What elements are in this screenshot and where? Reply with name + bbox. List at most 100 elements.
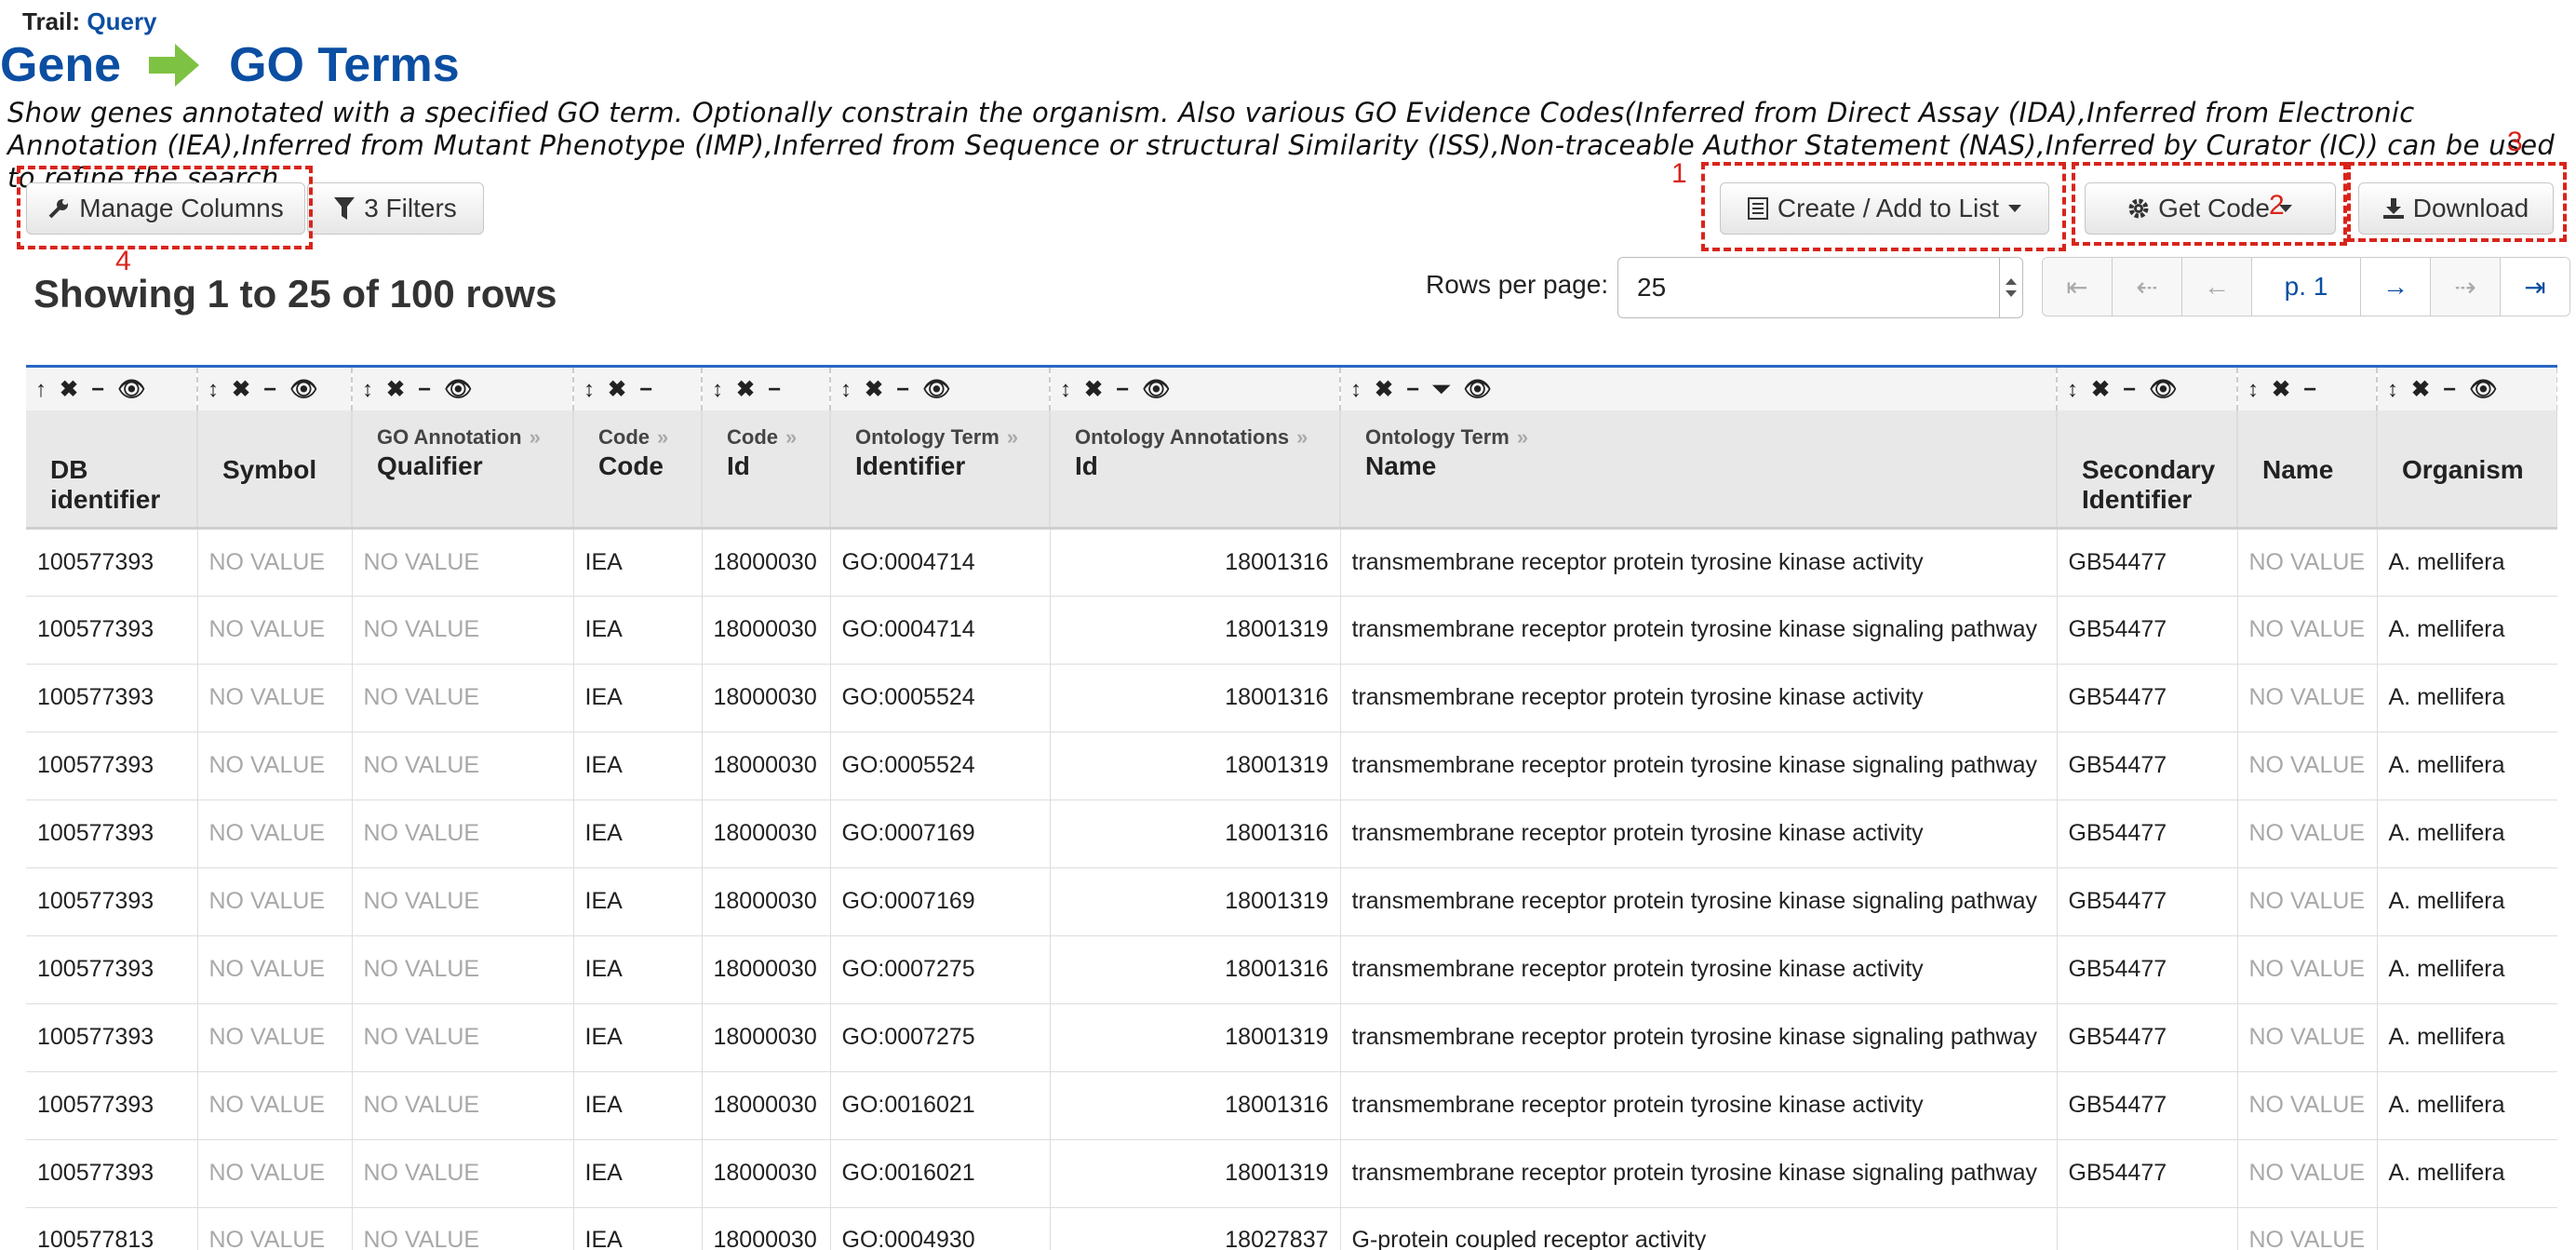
table-cell[interactable]: 100577393: [26, 732, 198, 800]
eye-icon[interactable]: 👁: [1142, 376, 1170, 403]
rows-per-page-value: 25: [1637, 273, 1667, 302]
collapse-column-icon[interactable]: −: [768, 377, 781, 403]
collapse-column-icon[interactable]: −: [1406, 377, 1419, 403]
eye-icon[interactable]: 👁: [2469, 376, 2497, 403]
forward-far-button[interactable]: ⇢: [2431, 258, 2501, 316]
table-cell[interactable]: 100577393: [26, 1139, 198, 1208]
table-cell: 18001316: [1050, 935, 1341, 1004]
table-cell: IEA: [573, 1139, 703, 1208]
remove-column-icon[interactable]: ✖: [232, 376, 250, 403]
sort-icon[interactable]: ↕: [1060, 377, 1071, 403]
remove-column-icon[interactable]: ✖: [1084, 376, 1103, 403]
eye-icon[interactable]: 👁: [444, 376, 472, 403]
remove-column-icon[interactable]: ✖: [2272, 376, 2290, 403]
collapse-column-icon[interactable]: −: [418, 377, 431, 403]
sort-icon[interactable]: ↕: [362, 377, 373, 403]
remove-column-icon[interactable]: ✖: [736, 376, 755, 403]
eye-icon[interactable]: 👁: [289, 376, 317, 403]
table-cell: IEA: [573, 867, 703, 936]
column-name: Organism: [2402, 455, 2524, 484]
remove-column-icon[interactable]: ✖: [1375, 376, 1393, 403]
annotation-3: 3: [2507, 127, 2523, 157]
back-far-button[interactable]: ⇠: [2113, 258, 2182, 316]
collapse-column-icon[interactable]: −: [2443, 377, 2456, 403]
filter-icon[interactable]: ⏷: [1432, 377, 1450, 403]
rows-per-page-select[interactable]: 25: [1617, 257, 2023, 318]
remove-column-icon[interactable]: ✖: [608, 376, 626, 403]
eye-icon[interactable]: 👁: [922, 376, 950, 403]
collapse-column-icon[interactable]: −: [2303, 377, 2316, 403]
remove-column-icon[interactable]: ✖: [2091, 376, 2110, 403]
column-header[interactable]: Symbol: [197, 410, 353, 530]
sort-icon[interactable]: ↕: [840, 377, 852, 403]
table-row: 100577393 NO VALUE NO VALUE IEA 18000030 GO:0…: [26, 1003, 2557, 1072]
collapse-column-icon[interactable]: −: [896, 377, 909, 403]
sort-asc-icon[interactable]: ↑: [35, 377, 47, 403]
column-header[interactable]: Ontology Term» Name: [1340, 410, 2058, 530]
table-cell[interactable]: 100577813: [26, 1207, 198, 1250]
filters-button[interactable]: 3 Filters: [307, 182, 484, 235]
eye-icon[interactable]: 👁: [117, 376, 145, 403]
first-page-button[interactable]: ⇤: [2043, 258, 2113, 316]
column-header[interactable]: Ontology Term» Identifier: [830, 410, 1051, 530]
column-header[interactable]: Code» Code: [573, 410, 703, 530]
eye-icon[interactable]: 👁: [2149, 376, 2177, 403]
column-header[interactable]: Ontology Annotations» Id: [1050, 410, 1341, 530]
column-header[interactable]: Name: [2237, 410, 2378, 530]
table-cell: 18001319: [1050, 596, 1341, 665]
table-cell[interactable]: GO:0007169: [830, 800, 1051, 868]
table-cell[interactable]: GO:0005524: [830, 732, 1051, 800]
table-cell: NO VALUE: [2237, 1003, 2378, 1072]
sort-icon[interactable]: ↕: [584, 377, 595, 403]
table-cell[interactable]: 100577393: [26, 867, 198, 936]
sort-icon[interactable]: ↕: [2247, 377, 2259, 403]
table-cell: NO VALUE: [197, 596, 353, 665]
table-cell[interactable]: 100577393: [26, 935, 198, 1004]
table-cell[interactable]: 100577393: [26, 596, 198, 665]
title-left: Gene: [0, 38, 122, 92]
table-cell[interactable]: GO:0016021: [830, 1071, 1051, 1140]
table-cell[interactable]: 100577393: [26, 664, 198, 733]
remove-column-icon[interactable]: ✖: [60, 376, 78, 403]
table-cell[interactable]: GO:0007169: [830, 867, 1051, 936]
sort-icon[interactable]: ↕: [1350, 377, 1362, 403]
table-cell[interactable]: GO:0016021: [830, 1139, 1051, 1208]
table-cell[interactable]: 100577393: [26, 1071, 198, 1140]
sort-icon[interactable]: ↕: [208, 377, 219, 403]
column-header[interactable]: DB identifier: [26, 410, 198, 530]
last-page-button[interactable]: ⇥: [2501, 258, 2569, 316]
remove-column-icon[interactable]: ✖: [2411, 376, 2430, 403]
column-header[interactable]: Secondary Identifier: [2057, 410, 2238, 530]
column-header[interactable]: GO Annotation» Qualifier: [352, 410, 574, 530]
sort-icon[interactable]: ↕: [2067, 377, 2078, 403]
table-cell: GB54477: [2057, 596, 2238, 665]
collapse-column-icon[interactable]: −: [639, 377, 652, 403]
collapse-column-icon[interactable]: −: [263, 377, 276, 403]
table-cell[interactable]: GO:0007275: [830, 935, 1051, 1004]
collapse-column-icon[interactable]: −: [2123, 377, 2136, 403]
column-header[interactable]: Organism: [2377, 410, 2557, 530]
remove-column-icon[interactable]: ✖: [386, 376, 405, 403]
table-cell[interactable]: GO:0004930: [830, 1207, 1051, 1250]
table-cell[interactable]: GO:0005524: [830, 664, 1051, 733]
collapse-column-icon[interactable]: −: [1116, 377, 1129, 403]
table-cell[interactable]: 100577393: [26, 528, 198, 597]
column-controls: ↕ ✖ −: [2237, 368, 2378, 410]
table-cell[interactable]: GO:0007275: [830, 1003, 1051, 1072]
collapse-column-icon[interactable]: −: [91, 377, 104, 403]
table-cell[interactable]: 100577393: [26, 1003, 198, 1072]
table-cell: 18000030: [702, 528, 831, 597]
column-header[interactable]: Code» Id: [702, 410, 831, 530]
sort-icon[interactable]: ↕: [2387, 377, 2398, 403]
trail-link-query[interactable]: Query: [87, 7, 156, 35]
table-cell[interactable]: 100577393: [26, 800, 198, 868]
current-page-button[interactable]: p. 1: [2252, 258, 2361, 316]
table-cell[interactable]: GO:0004714: [830, 528, 1051, 597]
remove-column-icon[interactable]: ✖: [865, 376, 883, 403]
next-page-button[interactable]: →: [2361, 258, 2431, 316]
prev-page-button[interactable]: ←: [2182, 258, 2252, 316]
table-cell: 18001319: [1050, 1139, 1341, 1208]
eye-icon[interactable]: 👁: [1463, 376, 1491, 403]
sort-icon[interactable]: ↕: [712, 377, 723, 403]
table-cell[interactable]: GO:0004714: [830, 596, 1051, 665]
